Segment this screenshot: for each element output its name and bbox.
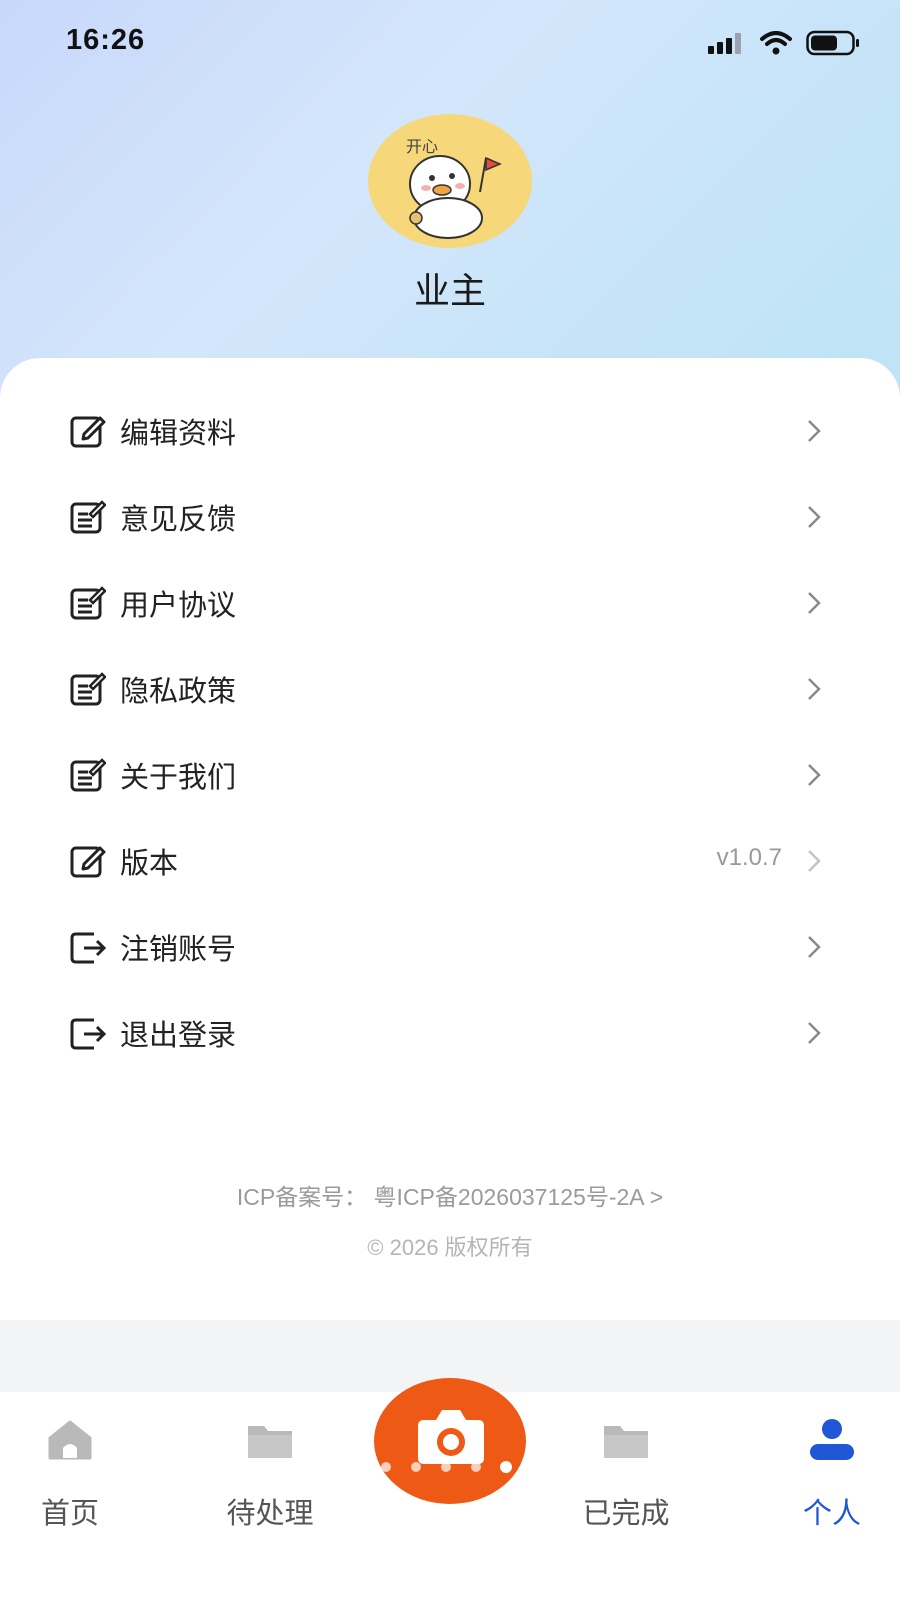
document-edit-icon: [70, 500, 106, 534]
menu-item-logout[interactable]: 退出登录: [0, 990, 900, 1076]
status-time: 16:26: [66, 24, 146, 56]
chevron-right-icon: [808, 506, 821, 528]
username: 业主: [413, 271, 486, 312]
chevron-right-icon: [808, 850, 821, 872]
battery-icon: [806, 30, 859, 56]
status-icons: [708, 30, 860, 56]
chevron-right-icon: [808, 420, 821, 442]
camera-icon: [418, 1410, 484, 1464]
menu-item-label: 意见反馈: [120, 502, 237, 536]
tab-pending[interactable]: 待处理: [200, 1418, 340, 1530]
folder-icon: [248, 1426, 292, 1458]
menu-item-label: 用户协议: [120, 588, 237, 622]
chevron-right-icon: [808, 1022, 821, 1044]
chevron-right-icon: [808, 936, 821, 958]
menu-list: 编辑资料 意见反馈 用户协议 隐私政策 关于我们 版本 v1.0.7 注销账号 …: [0, 388, 900, 1076]
signal-icon: [708, 33, 741, 54]
copyright-text: © 2026 版权所有: [367, 1235, 533, 1260]
chevron-right-icon: [808, 678, 821, 700]
edit-icon: [70, 846, 106, 878]
menu-item-label: 编辑资料: [120, 416, 237, 450]
tab-completed[interactable]: 已完成: [556, 1418, 696, 1530]
exit-icon: [70, 932, 106, 964]
status-bar: 16:26: [0, 0, 900, 90]
person-icon: [810, 1419, 854, 1460]
home-icon: [48, 1420, 92, 1460]
menu-item-label: 版本: [120, 846, 179, 880]
avatar-duck-illustration: 开心: [406, 137, 502, 239]
menu-item-about-us[interactable]: 关于我们: [0, 732, 900, 818]
menu-item-version[interactable]: 版本 v1.0.7: [0, 818, 900, 904]
document-edit-icon: [70, 586, 106, 620]
edit-icon: [70, 416, 106, 448]
avatar[interactable]: 开心: [368, 114, 532, 248]
menu-item-privacy-policy[interactable]: 隐私政策: [0, 646, 900, 732]
menu-item-label: 退出登录: [120, 1018, 237, 1052]
document-edit-icon: [70, 672, 106, 706]
tab-home[interactable]: 首页: [0, 1418, 140, 1530]
document-edit-icon: [70, 758, 106, 792]
camera-button[interactable]: [374, 1378, 526, 1504]
menu-item-user-agreement[interactable]: 用户协议: [0, 560, 900, 646]
chevron-right-icon: [808, 592, 821, 614]
tab-label: 待处理: [226, 1496, 314, 1530]
menu-item-feedback[interactable]: 意见反馈: [0, 474, 900, 560]
menu-card: 编辑资料 意见反馈 用户协议 隐私政策 关于我们 版本 v1.0.7 注销账号 …: [0, 358, 900, 1320]
menu-item-label: 隐私政策: [120, 674, 237, 708]
tab-profile[interactable]: 个人: [762, 1418, 900, 1530]
menu-item-delete-account[interactable]: 注销账号: [0, 904, 900, 990]
exit-icon: [70, 1018, 106, 1050]
tab-label: 首页: [40, 1496, 99, 1530]
tab-label: 个人: [802, 1496, 861, 1530]
version-value: v1.0.7: [716, 844, 782, 871]
menu-item-label: 注销账号: [120, 932, 237, 966]
page-indicator-dots: [381, 1461, 512, 1473]
tab-label: 已完成: [582, 1496, 670, 1530]
menu-item-edit-profile[interactable]: 编辑资料: [0, 388, 900, 474]
folder-icon: [604, 1426, 648, 1458]
menu-item-label: 关于我们: [120, 760, 237, 794]
avatar-caption: 开心: [406, 137, 438, 156]
chevron-right-icon: [808, 764, 821, 786]
icp-record-link[interactable]: ICP备案号： 粤ICP备2026037125号-2A >: [0, 1178, 900, 1212]
wifi-icon: [760, 31, 792, 55]
